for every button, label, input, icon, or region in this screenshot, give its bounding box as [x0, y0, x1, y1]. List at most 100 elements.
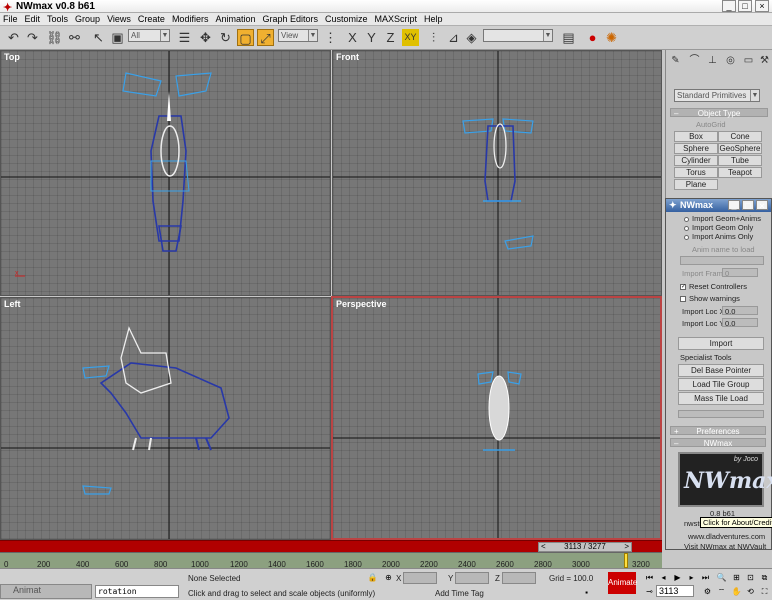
rollout-object-type[interactable]: – Object Type — [670, 108, 768, 118]
select-by-name-icon[interactable]: ☰ — [176, 29, 193, 46]
import-frame-field[interactable]: 0 — [722, 268, 758, 278]
select-arrow-icon[interactable]: ↖ — [90, 29, 107, 46]
menu-edit[interactable]: Edit — [25, 13, 41, 25]
viewport-front[interactable]: Front — [332, 50, 662, 296]
timeline-ruler[interactable]: 0 200 400 600 800 1000 1200 1400 1600 18… — [0, 552, 662, 569]
axis-xy-icon[interactable]: XY — [402, 29, 419, 46]
selection-filter-dropdown[interactable]: All ▼ — [128, 29, 170, 42]
link-icon[interactable]: ⛓ — [46, 29, 63, 46]
mass-tile-load-button[interactable]: Mass Tile Load — [678, 392, 764, 405]
tube-button[interactable]: Tube — [718, 155, 762, 166]
pivot-icon[interactable]: ⋮ — [322, 29, 339, 46]
website-link[interactable]: www.dladventures.com — [688, 532, 765, 541]
rotate-icon[interactable]: ↻ — [217, 29, 234, 46]
viewport-top[interactable]: Top x — [0, 50, 331, 296]
anim-name-field[interactable] — [680, 256, 764, 265]
go-to-end-icon[interactable]: ⏭ — [700, 572, 711, 583]
nwmax-close-button[interactable]: × — [756, 200, 768, 211]
unlink-icon[interactable]: ⚯ — [66, 29, 83, 46]
axis-y-icon[interactable]: Y — [363, 29, 380, 46]
current-frame-marker[interactable] — [624, 553, 628, 568]
snap-icon[interactable]: ◈ — [463, 29, 480, 46]
category-dropdown[interactable]: Standard Primitives ▼ — [674, 89, 760, 102]
field-of-view-icon[interactable]: ⌔ — [716, 586, 727, 597]
scale-icon[interactable]: ▢ — [237, 29, 254, 46]
sphere-button[interactable]: Sphere — [674, 143, 718, 154]
track-view-icon[interactable]: ▤ — [560, 29, 577, 46]
maximize-viewport-icon[interactable]: ⛶ — [759, 586, 770, 597]
show-warnings-checkbox[interactable]: Show warnings — [680, 294, 740, 303]
nwmax-logo-button[interactable]: by Joco NWmax — [678, 452, 772, 507]
create-tab-icon[interactable]: ✎ — [667, 52, 684, 69]
menu-help[interactable]: Help — [424, 13, 443, 25]
cylinder-button[interactable]: Cylinder — [674, 155, 718, 166]
zoom-all-icon[interactable]: ⊞ — [731, 572, 742, 583]
x-coordinate-field[interactable] — [403, 572, 437, 584]
reset-controllers-checkbox[interactable]: ✓ Reset Controllers — [680, 282, 747, 291]
menu-create[interactable]: Create — [138, 13, 165, 25]
maxscript-listener-input[interactable]: rotation — [95, 585, 179, 598]
nwmax-minimize-button[interactable]: _ — [728, 200, 740, 211]
animate-button[interactable]: Animate — [608, 572, 637, 594]
maximize-button[interactable]: □ — [738, 0, 752, 12]
display-tab-icon[interactable]: ▭ — [740, 52, 757, 69]
anim-name-button[interactable]: Anim name to load — [692, 245, 755, 254]
current-frame-field[interactable]: 3113 — [656, 585, 694, 597]
menu-animation[interactable]: Animation — [215, 13, 255, 25]
import-loc-y-field[interactable]: 0.0 — [722, 318, 758, 328]
arc-rotate-icon[interactable]: ⟲ — [745, 586, 756, 597]
minimize-button[interactable]: _ — [722, 0, 736, 12]
move-icon[interactable]: ✥ — [197, 29, 214, 46]
rollout-preferences[interactable]: + Preferences — [670, 426, 766, 436]
zoom-icon[interactable]: 🔍 — [716, 572, 727, 583]
del-base-pointer-button[interactable]: Del Base Pointer — [678, 364, 764, 377]
lock-selection-icon[interactable]: 🔒 — [367, 572, 378, 583]
uniform-scale-icon[interactable]: ⤢ — [257, 29, 274, 46]
axis-x-icon[interactable]: X — [344, 29, 361, 46]
rollout-nwmax[interactable]: – NWmax — [670, 438, 766, 448]
cone-button[interactable]: Cone — [718, 131, 762, 142]
hierarchy-tab-icon[interactable]: ⊥ — [704, 52, 721, 69]
go-to-start-icon[interactable]: ⏮ — [644, 572, 655, 583]
z-coordinate-field[interactable] — [502, 572, 536, 584]
viewport-left[interactable]: Left — [0, 297, 331, 540]
modify-tab-icon[interactable]: ⌒ — [686, 52, 703, 69]
listener-window[interactable]: Animat — [0, 584, 92, 599]
menu-maxscript[interactable]: MAXScript — [375, 13, 418, 25]
region-select-icon[interactable]: ▣ — [109, 29, 126, 46]
import-loc-x-field[interactable]: 0.0 — [722, 306, 758, 316]
menu-tools[interactable]: Tools — [47, 13, 68, 25]
axis-z-icon[interactable]: Z — [382, 29, 399, 46]
box-button[interactable]: Box — [674, 131, 718, 142]
menu-customize[interactable]: Customize — [325, 13, 368, 25]
teapot-button[interactable]: Teapot — [718, 167, 762, 178]
geosphere-button[interactable]: GeoSphere — [718, 143, 762, 154]
pan-icon[interactable]: ✋ — [731, 586, 742, 597]
render-icon[interactable]: ✺ — [603, 29, 620, 46]
coord-system-dropdown[interactable]: View ▼ — [278, 29, 318, 42]
time-tag-icon[interactable]: ▪ — [581, 587, 592, 598]
add-time-tag-button[interactable]: Add Time Tag — [435, 589, 484, 598]
align-icon[interactable]: ⊿ — [445, 29, 462, 46]
undo-icon[interactable]: ↶ — [5, 29, 22, 46]
time-config-icon[interactable]: ⚙ — [702, 586, 713, 597]
close-button[interactable]: × — [755, 0, 769, 12]
play-icon[interactable]: ▶ — [672, 572, 683, 583]
mirror-icon[interactable]: ⫶ — [425, 29, 442, 46]
viewport-perspective[interactable]: Perspective — [331, 296, 662, 540]
visit-link[interactable]: Visit NWmax at NWVault — [684, 542, 766, 551]
load-tile-group-button[interactable]: Load Tile Group — [678, 378, 764, 391]
nwmax-maximize-button[interactable]: □ — [742, 200, 754, 211]
menu-group[interactable]: Group — [75, 13, 100, 25]
radio-anims-only[interactable]: Import Anims Only — [684, 232, 753, 241]
next-frame-icon[interactable]: ▸ — [686, 572, 697, 583]
named-selection-dropdown[interactable]: ▼ — [483, 29, 553, 42]
radio-geom-anims[interactable]: Import Geom+Anims — [684, 214, 761, 223]
material-editor-icon[interactable]: ● — [584, 29, 601, 46]
torus-button[interactable]: Torus — [674, 167, 718, 178]
menu-modifiers[interactable]: Modifiers — [172, 13, 209, 25]
menu-views[interactable]: Views — [107, 13, 131, 25]
zoom-extents-all-icon[interactable]: ⧉ — [759, 572, 770, 583]
absolute-mode-icon[interactable]: ⊕ — [383, 572, 394, 583]
menu-file[interactable]: File — [3, 13, 18, 25]
